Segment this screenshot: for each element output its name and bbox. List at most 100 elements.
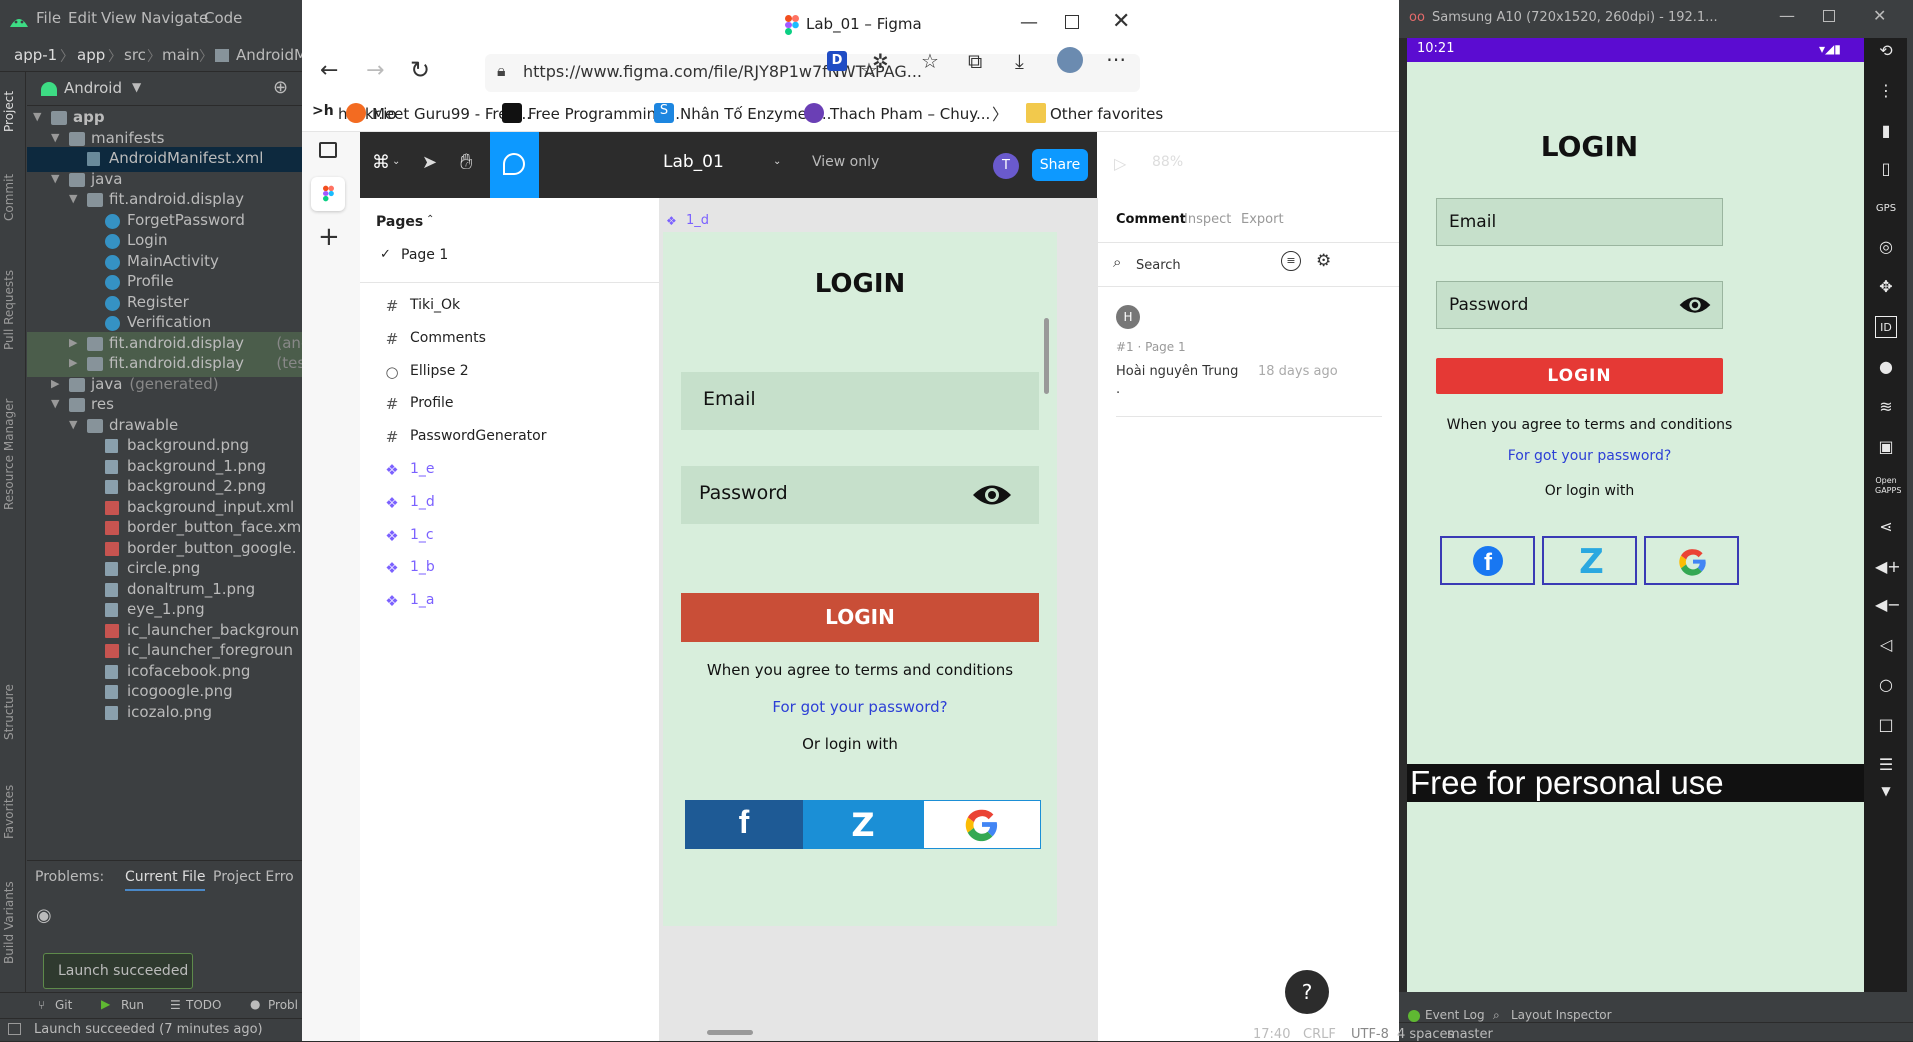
back-icon[interactable]: ← [320, 58, 338, 83]
app-facebook-button[interactable]: f [1440, 536, 1535, 585]
volume-down-icon[interactable]: ◀− [1875, 594, 1901, 616]
volume-up-icon[interactable]: ◀+ [1875, 556, 1901, 578]
menu-view[interactable]: View [101, 9, 137, 27]
tab-pull-requests[interactable]: Pull Requests [2, 258, 24, 362]
eye-icon[interactable]: ◉ [36, 905, 52, 926]
crumb-src[interactable]: src [124, 46, 146, 64]
app-forgot-link[interactable]: For got your password? [1407, 448, 1772, 464]
crumb-androidmanifest[interactable]: AndroidM [236, 46, 307, 64]
menu-file[interactable]: File [36, 9, 61, 27]
home-nav-icon[interactable]: ○ [1875, 674, 1897, 696]
crumb-app-1[interactable]: app-1 [14, 46, 57, 64]
share-icon[interactable]: ⋖ [1875, 516, 1897, 538]
open-gapps-icon[interactable]: Open GAPPS [1875, 476, 1901, 498]
project-view-selector[interactable]: Android [64, 79, 122, 97]
chevron-down-icon[interactable]: ⌄ [392, 156, 400, 167]
rotate-icon[interactable]: ⟲ [1875, 40, 1897, 62]
tabs-icon[interactable] [319, 142, 337, 158]
refresh-icon[interactable]: ↻ [410, 56, 430, 84]
tab-current-file[interactable]: Current File [125, 869, 206, 891]
tab-run[interactable]: Run [121, 998, 144, 1012]
camera-icon[interactable]: ▮ [1875, 120, 1897, 142]
app-email-field[interactable]: Email [1436, 198, 1723, 246]
app-login-button[interactable]: LOGIN [1436, 358, 1723, 394]
frame-label[interactable]: 1_d [686, 213, 709, 228]
expand-icon[interactable]: ▼ [1875, 780, 1897, 802]
crosshair-icon[interactable]: ⊕ [273, 77, 288, 98]
fav-thach-pham[interactable]: Thach Pham – Chuy... [830, 105, 990, 123]
record-icon[interactable]: ● [1875, 356, 1897, 378]
overview-nav-icon[interactable]: □ [1875, 714, 1897, 736]
page-1[interactable]: Page 1 [401, 247, 448, 263]
present-icon[interactable]: ▷ [1114, 154, 1126, 173]
forward-icon[interactable]: → [366, 58, 384, 83]
hand-tool-icon[interactable]: ✋︎ [460, 150, 473, 175]
design-frame[interactable]: LOGIN Email Password LOGIN When you agre… [663, 232, 1057, 926]
fold-icon[interactable]: ⋮ [1875, 80, 1897, 102]
figma-tab-icon[interactable] [311, 177, 345, 211]
chevron-up-icon[interactable]: ⌃ [426, 214, 434, 225]
menu-icon[interactable]: ☰ [1875, 754, 1897, 776]
add-icon[interactable]: + [318, 222, 340, 252]
pages-header[interactable]: Pages [376, 214, 423, 230]
extensions-icon[interactable]: ✲ [872, 49, 889, 73]
app-google-button[interactable] [1644, 536, 1739, 585]
app-password-field[interactable]: Password [1436, 281, 1723, 329]
menu-code[interactable]: Code [204, 9, 242, 27]
maximize-icon[interactable] [1065, 15, 1079, 29]
git-branch[interactable]: master [1447, 1027, 1493, 1042]
message-icon[interactable]: ▣ [1875, 436, 1897, 458]
chevron-right-icon[interactable]: 〉 [992, 101, 1008, 125]
search-input[interactable]: Search [1136, 258, 1181, 273]
line-separator[interactable]: CRLF [1303, 1027, 1336, 1042]
tab-export[interactable]: Export [1241, 212, 1284, 227]
chevron-down-icon[interactable]: ▼ [51, 131, 59, 144]
user-avatar[interactable]: T [993, 153, 1019, 179]
figma-menu-icon[interactable]: ⌘ [372, 152, 390, 173]
tab-resource-manager[interactable]: Resource Manager [2, 384, 24, 524]
app-zalo-button[interactable]: Z [1542, 536, 1637, 585]
minimize-icon[interactable]: — [1779, 6, 1795, 25]
rss-icon[interactable]: ≋ [1875, 396, 1897, 418]
zoom-level[interactable]: 88% [1152, 154, 1183, 170]
comment-tool-button[interactable] [490, 132, 539, 198]
phone-screen[interactable]: 10:21 ▾◢▮ LOGIN Email Password LOGIN Whe… [1407, 38, 1864, 992]
toggle-password-icon[interactable] [1678, 294, 1712, 316]
help-button[interactable]: ? [1285, 970, 1329, 1014]
tab-project[interactable]: Project [2, 78, 24, 144]
move-tool-icon[interactable]: ➤ [422, 152, 437, 173]
profile-avatar[interactable] [1057, 47, 1083, 73]
tree-item[interactable]: icozalo.png [27, 701, 302, 726]
tab-favorites[interactable]: Favorites [2, 772, 24, 852]
chevron-down-icon[interactable]: ▼ [69, 192, 77, 205]
crumb-main[interactable]: main [162, 46, 199, 64]
url-field[interactable]: 🔒︎ https://www.figma.com/file/RJY8P1w7fN… [485, 54, 1140, 92]
chevron-down-icon[interactable]: ▼ [51, 397, 59, 410]
canvas-h-scrollbar[interactable] [707, 1030, 753, 1035]
chevron-down-icon[interactable]: ▼ [33, 110, 41, 123]
chevron-right-icon[interactable]: ▶ [69, 336, 77, 349]
share-button[interactable]: Share [1032, 149, 1088, 181]
chevron-down-icon[interactable]: ▼ [132, 80, 141, 94]
tab-inspect[interactable]: Inspect [1184, 212, 1231, 227]
fingerprint-icon[interactable]: ◎ [1875, 236, 1897, 258]
tab-todo[interactable]: TODO [186, 998, 221, 1012]
cursor-position[interactable]: 17:40 [1253, 1027, 1290, 1042]
back-nav-icon[interactable]: ◁ [1875, 634, 1897, 656]
more-icon[interactable]: ⋯ [1106, 47, 1126, 71]
chevron-down-icon[interactable]: ⌄ [773, 156, 781, 167]
chevron-down-icon[interactable]: ▼ [69, 418, 77, 431]
tab-git[interactable]: Git [55, 998, 72, 1012]
menu-edit[interactable]: Edit [68, 9, 97, 27]
tab-commit[interactable]: Commit [2, 164, 24, 230]
layout-inspector[interactable]: Layout Inspector [1511, 1008, 1612, 1022]
file-name[interactable]: Lab_01 [663, 152, 724, 172]
maximize-icon[interactable] [1823, 10, 1835, 22]
tab-problems[interactable]: Probl [268, 998, 298, 1012]
tab-comment[interactable]: Comment [1116, 212, 1186, 227]
indent[interactable]: 4 spaces [1397, 1027, 1454, 1042]
extension-d-icon[interactable]: D [827, 51, 847, 71]
minimize-icon[interactable]: — [1020, 12, 1038, 33]
crumb-app[interactable]: app [77, 46, 105, 64]
favorites-icon[interactable]: ☆ [921, 49, 939, 73]
